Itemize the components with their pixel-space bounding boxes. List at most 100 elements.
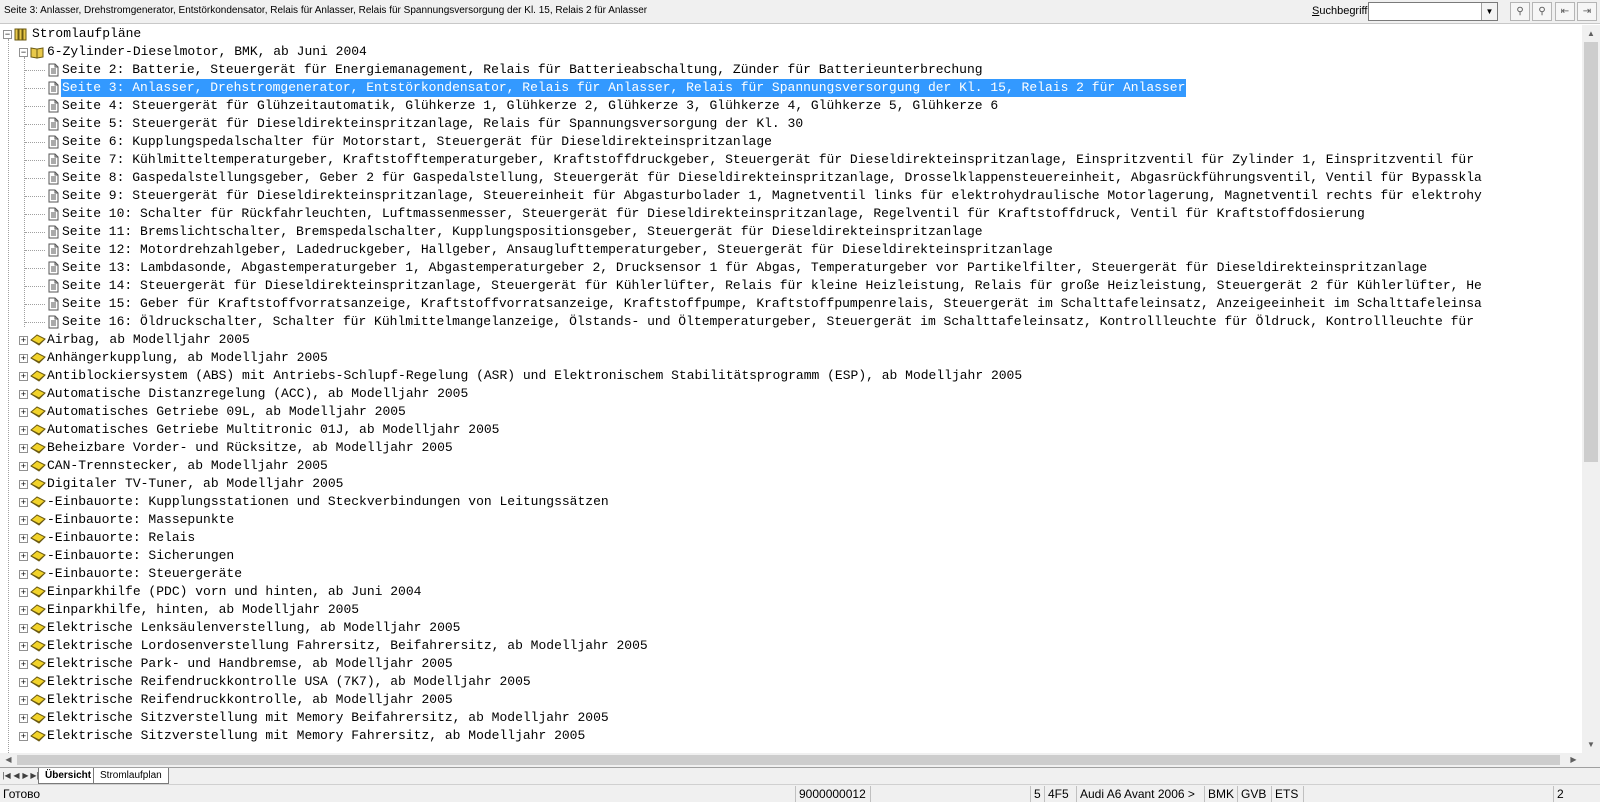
- tree-group-item[interactable]: + Elektrische Reifendruckkontrolle USA (7…: [0, 673, 1582, 691]
- tree-group-item[interactable]: + Elektrische Lordosenverstellung Fahrers…: [0, 637, 1582, 655]
- open-book-icon: [30, 45, 44, 59]
- tree-page-item[interactable]: Seite 14: Steuergerät für Dieseldirektei…: [0, 277, 1582, 295]
- tree-connector-line: [25, 70, 45, 71]
- folder-icon: [30, 513, 46, 527]
- tree-group-item[interactable]: + Elektrische Lenksäulenverstellung, ab M…: [0, 619, 1582, 637]
- collapse-icon[interactable]: −: [19, 48, 28, 57]
- tree-group-item[interactable]: + Elektrische Park- und Handbremse, ab Mo…: [0, 655, 1582, 673]
- tree-group-item[interactable]: + Automatisches Getriebe 09L, ab Modellja…: [0, 403, 1582, 421]
- expand-icon[interactable]: +: [19, 552, 28, 561]
- collapse-icon[interactable]: −: [3, 30, 12, 39]
- scroll-up-icon[interactable]: ▲: [1582, 25, 1600, 42]
- previous-icon[interactable]: ⇤: [1555, 2, 1575, 21]
- tree-page-item[interactable]: Seite 4: Steuergerät für Glühzeitautomat…: [0, 97, 1582, 115]
- tree-page-item[interactable]: Seite 2: Batterie, Steuergerät für Energ…: [0, 61, 1582, 79]
- tree-group-item[interactable]: + CAN-Trennstecker, ab Modelljahr 2005: [0, 457, 1582, 475]
- document-icon: [46, 153, 60, 167]
- tree-engine-folder[interactable]: − 6-Zylinder-Dieselmotor, BMK, ab Juni 20…: [0, 43, 1582, 61]
- expand-icon[interactable]: +: [19, 408, 28, 417]
- expand-icon[interactable]: +: [19, 534, 28, 543]
- tree-group-item[interactable]: + Automatisches Getriebe Multitronic 01J,…: [0, 421, 1582, 439]
- document-icon: [46, 225, 60, 239]
- tree-page-item[interactable]: Seite 10: Schalter für Rückfahrleuchten,…: [0, 205, 1582, 223]
- scroll-down-icon[interactable]: ▼: [1582, 736, 1600, 753]
- search-input[interactable]: [1369, 3, 1479, 20]
- tree-group-item[interactable]: + Automatische Distanzregelung (ACC), ab …: [0, 385, 1582, 403]
- expand-icon[interactable]: +: [19, 570, 28, 579]
- tab-prev-icon[interactable]: ◀: [12, 770, 21, 782]
- tree-group-item[interactable]: + Elektrische Sitzverstellung mit Memory …: [0, 727, 1582, 745]
- tree-group-item[interactable]: + Elektrische Sitzverstellung mit Memory …: [0, 709, 1582, 727]
- folder-icon: [30, 549, 46, 563]
- expand-icon[interactable]: +: [19, 678, 28, 687]
- tree-group-item[interactable]: + Antiblockiersystem (ABS) mit Antriebs-S…: [0, 367, 1582, 385]
- tab-wiring-diagram[interactable]: Stromlaufplan: [93, 768, 169, 784]
- tree-page-item[interactable]: Seite 16: Öldruckschalter, Schalter für …: [0, 313, 1582, 331]
- expand-icon[interactable]: +: [19, 390, 28, 399]
- tab-overview[interactable]: Übersicht: [38, 768, 99, 784]
- tab-next-icon[interactable]: ▶: [21, 770, 30, 782]
- expand-icon[interactable]: +: [19, 444, 28, 453]
- tree-page-item[interactable]: Seite 13: Lambdasonde, Abgastemperaturge…: [0, 259, 1582, 277]
- expand-icon[interactable]: +: [19, 588, 28, 597]
- tree-page-item[interactable]: Seite 12: Motordrehzahlgeber, Ladedruckg…: [0, 241, 1582, 259]
- expand-icon[interactable]: +: [19, 696, 28, 705]
- tree-group-item[interactable]: + -Einbauorte: Kupplungsstationen und Ste…: [0, 493, 1582, 511]
- tree-page-item[interactable]: Seite 11: Bremslichtschalter, Bremspedal…: [0, 223, 1582, 241]
- wiring-diagram-tree[interactable]: − Stromlaufpläne −6-Zylinder-Dieselmotor, …: [0, 25, 1582, 753]
- folder-icon: [30, 675, 46, 689]
- tree-page-item[interactable]: Seite 7: Kühlmitteltemperaturgeber, Kraf…: [0, 151, 1582, 169]
- folder-icon: [30, 495, 46, 509]
- search-icon[interactable]: ⚲: [1510, 2, 1530, 21]
- folder-icon: [30, 729, 46, 743]
- chevron-down-icon[interactable]: ▼: [1481, 3, 1497, 20]
- tree-group-item[interactable]: + Digitaler TV-Tuner, ab Modelljahr 2005: [0, 475, 1582, 493]
- expand-icon[interactable]: +: [19, 372, 28, 381]
- tree-group-item[interactable]: + Anhängerkupplung, ab Modelljahr 2005: [0, 349, 1582, 367]
- expand-icon[interactable]: +: [19, 606, 28, 615]
- tree-group-item[interactable]: + Einparkhilfe, hinten, ab Modelljahr 200…: [0, 601, 1582, 619]
- search-combobox[interactable]: ▼: [1368, 2, 1498, 21]
- vertical-scroll-thumb[interactable]: [1584, 42, 1598, 462]
- expand-icon[interactable]: +: [19, 732, 28, 741]
- tree-page-item[interactable]: Seite 15: Geber für Kraftstoffvorratsanz…: [0, 295, 1582, 313]
- tree-group-item[interactable]: + -Einbauorte: Steuergeräte: [0, 565, 1582, 583]
- expand-icon[interactable]: +: [19, 426, 28, 435]
- tree-group-item[interactable]: + Einparkhilfe (PDC) vorn und hinten, ab …: [0, 583, 1582, 601]
- tree-page-item[interactable]: Seite 8: Gaspedalstellungsgeber, Geber 2…: [0, 169, 1582, 187]
- expand-icon[interactable]: +: [19, 642, 28, 651]
- tree-connector-line: [8, 39, 9, 753]
- tree-root[interactable]: − Stromlaufpläne: [0, 25, 1582, 43]
- tree-item-label: Seite 15: Geber für Kraftstoffvorratsanz…: [62, 296, 1482, 311]
- expand-icon[interactable]: +: [19, 516, 28, 525]
- tree-group-item[interactable]: + Elektrische Reifendruckkontrolle, ab Mo…: [0, 691, 1582, 709]
- tree-group-item[interactable]: + -Einbauorte: Sicherungen: [0, 547, 1582, 565]
- expand-icon[interactable]: +: [19, 462, 28, 471]
- expand-icon[interactable]: +: [19, 336, 28, 345]
- tree-group-item[interactable]: + Airbag, ab Modelljahr 2005: [0, 331, 1582, 349]
- tree-group-item[interactable]: + Beheizbare Vorder- und Rücksitze, ab Mo…: [0, 439, 1582, 457]
- tab-first-icon[interactable]: |◀: [2, 770, 11, 782]
- horizontal-scroll-thumb[interactable]: [17, 755, 1560, 765]
- tree-group-item[interactable]: + -Einbauorte: Massepunkte: [0, 511, 1582, 529]
- tree-group-item[interactable]: + -Einbauorte: Relais: [0, 529, 1582, 547]
- expand-icon[interactable]: +: [19, 660, 28, 669]
- expand-icon[interactable]: +: [19, 354, 28, 363]
- scroll-left-icon[interactable]: ◀: [0, 753, 17, 767]
- expand-icon[interactable]: +: [19, 480, 28, 489]
- status-field-5: ETS: [1271, 786, 1303, 802]
- tree-page-item[interactable]: Seite 3: Anlasser, Drehstromgenerator, E…: [0, 78, 1582, 98]
- expand-icon[interactable]: +: [19, 624, 28, 633]
- tree-page-item[interactable]: Seite 5: Steuergerät für Dieseldirektein…: [0, 115, 1582, 133]
- scroll-right-icon[interactable]: ▶: [1565, 753, 1582, 767]
- expand-icon[interactable]: +: [19, 714, 28, 723]
- document-icon: [46, 297, 60, 311]
- folder-icon: [30, 693, 46, 707]
- next-icon[interactable]: ⇥: [1577, 2, 1597, 21]
- vertical-scrollbar[interactable]: ▲ ▼: [1582, 25, 1600, 753]
- tree-page-item[interactable]: Seite 6: Kupplungspedalschalter für Moto…: [0, 133, 1582, 151]
- horizontal-scrollbar[interactable]: ◀ ▶: [0, 753, 1582, 767]
- tree-page-item[interactable]: Seite 9: Steuergerät für Dieseldirektein…: [0, 187, 1582, 205]
- expand-icon[interactable]: +: [19, 498, 28, 507]
- search-all-icon[interactable]: ⚲: [1532, 2, 1552, 21]
